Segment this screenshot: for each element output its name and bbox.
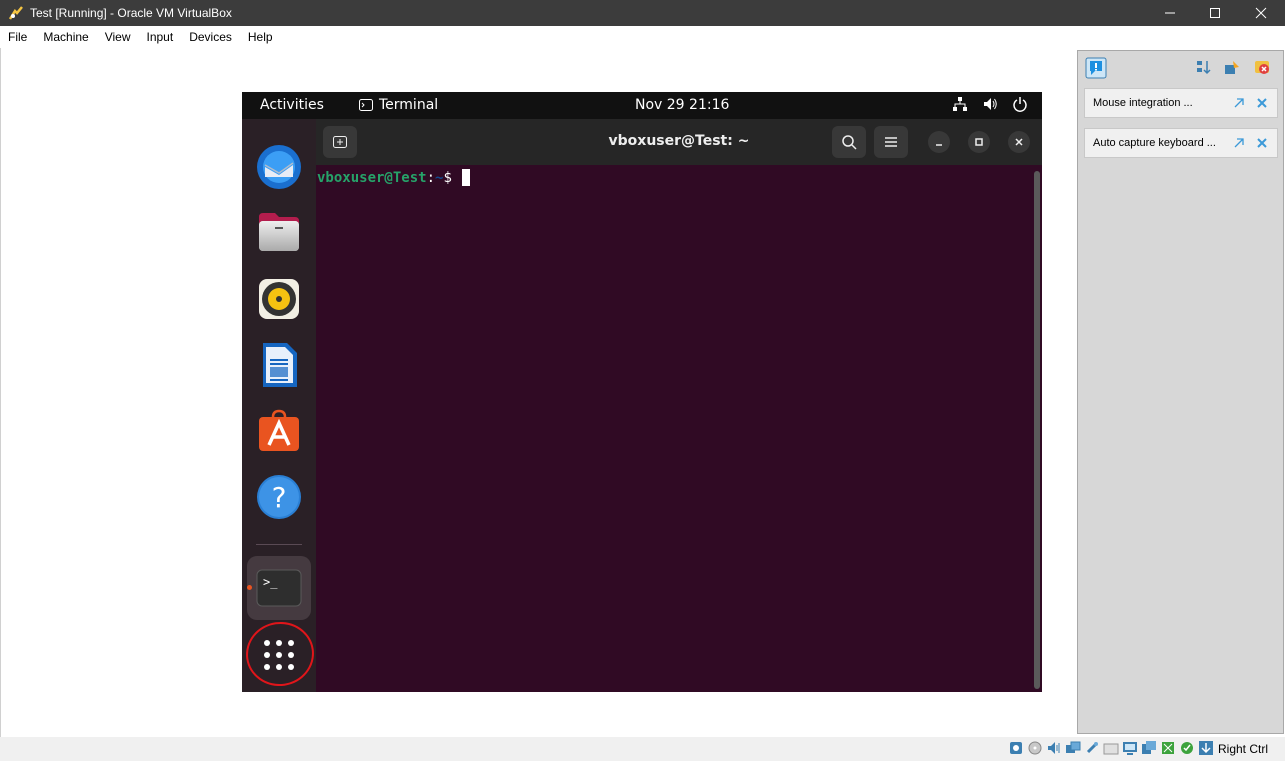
terminal-icon: >_	[256, 569, 302, 607]
text-cursor	[462, 169, 471, 186]
terminal-maximize-button[interactable]	[968, 131, 990, 153]
help-icon: ?	[257, 475, 301, 519]
close-window-button[interactable]	[1238, 0, 1284, 26]
running-indicator	[247, 585, 252, 590]
svg-text:>_: >_	[263, 575, 278, 589]
keep-finished-icon[interactable]	[1224, 59, 1240, 75]
hard-disk-icon[interactable]	[1008, 740, 1024, 756]
terminal-close-button[interactable]	[1008, 131, 1030, 153]
optical-drive-icon[interactable]	[1027, 740, 1043, 756]
terminal-headerbar: vboxuser@Test: ~	[316, 119, 1042, 165]
hamburger-menu-button[interactable]	[874, 126, 908, 158]
statusbar: Right Ctrl	[0, 737, 1285, 761]
close-icon	[1255, 7, 1267, 19]
notification-auto-capture-keyboard[interactable]: Auto capture keyboard ...	[1084, 128, 1278, 158]
cpu-icon[interactable]	[1160, 740, 1176, 756]
menu-icon	[885, 137, 897, 147]
statusbar-indicators	[1008, 740, 1214, 756]
menu-machine[interactable]: Machine	[35, 30, 96, 44]
dock-terminal[interactable]: >_	[247, 556, 311, 620]
libreoffice-writer-icon	[263, 343, 297, 387]
usb-icon[interactable]	[1084, 740, 1100, 756]
dock-libreoffice-writer[interactable]	[252, 338, 306, 392]
ubuntu-software-icon	[259, 409, 299, 451]
notification-close-icon[interactable]	[1256, 97, 1268, 109]
dock-files[interactable]	[252, 206, 306, 260]
terminal-prompt[interactable]: vboxuser@Test: ~ $	[317, 169, 471, 186]
search-icon	[842, 135, 857, 150]
host-key-icon[interactable]	[1198, 740, 1214, 756]
power-icon	[1013, 97, 1027, 112]
notification-mouse-integration[interactable]: Mouse integration ...	[1084, 88, 1278, 118]
guest-additions-icon[interactable]	[1179, 740, 1195, 756]
volume-icon	[984, 98, 997, 110]
clock[interactable]: Nov 29 21:16	[635, 97, 729, 113]
notification-toolbar	[1078, 51, 1283, 83]
prompt-user: vboxuser@Test	[317, 169, 427, 186]
search-button[interactable]	[832, 126, 866, 158]
maximize-icon	[1210, 8, 1220, 18]
notification-center-icon[interactable]	[1085, 57, 1107, 79]
display-icon[interactable]	[1122, 740, 1138, 756]
menu-input[interactable]: Input	[139, 30, 182, 44]
menu-file[interactable]: File	[0, 30, 35, 44]
terminal-minimize-button[interactable]	[928, 131, 950, 153]
terminal-small-icon	[359, 99, 373, 111]
notification-close-icon[interactable]	[1256, 137, 1268, 149]
network-adapter-icon[interactable]	[1065, 740, 1081, 756]
dock-ubuntu-software[interactable]	[252, 404, 306, 458]
menu-view[interactable]: View	[97, 30, 139, 44]
menu-help[interactable]: Help	[240, 30, 281, 44]
notification-text: Mouse integration ...	[1093, 97, 1193, 109]
recording-icon[interactable]	[1141, 740, 1157, 756]
menu-devices[interactable]: Devices	[181, 30, 240, 44]
notification-center: Mouse integration ... Auto capture keybo…	[1077, 50, 1284, 734]
audio-icon[interactable]	[1046, 740, 1062, 756]
window-titlebar: Test [Running] - Oracle VM VirtualBox	[0, 0, 1285, 26]
sort-icon[interactable]	[1195, 59, 1211, 75]
minimize-button[interactable]	[1147, 0, 1193, 26]
system-menu[interactable]	[952, 96, 1028, 112]
maximize-button[interactable]	[1192, 0, 1238, 26]
terminal-scrollbar[interactable]	[1034, 171, 1040, 689]
rhythmbox-icon	[259, 279, 299, 319]
minimize-icon	[1165, 12, 1175, 14]
dock-thunderbird[interactable]	[252, 140, 306, 194]
app-menu-label: Terminal	[379, 97, 439, 113]
notification-keep-icon[interactable]	[1233, 97, 1245, 109]
dock-rhythmbox[interactable]	[252, 272, 306, 326]
virtualbox-icon	[8, 6, 23, 20]
notification-keep-icon[interactable]	[1233, 137, 1245, 149]
dock: ? >_	[242, 119, 316, 692]
files-icon	[259, 213, 299, 251]
terminal-window[interactable]: vboxuser@Test: ~ vboxuser@Test: ~ $	[316, 119, 1042, 692]
prompt-symbol: $	[443, 169, 461, 186]
dock-help[interactable]: ?	[252, 470, 306, 524]
notification-text: Auto capture keyboard ...	[1093, 137, 1216, 149]
prompt-separator: :	[426, 169, 436, 186]
window-title: Test [Running] - Oracle VM VirtualBox	[30, 6, 232, 20]
dock-separator	[256, 544, 302, 545]
minimize-icon	[936, 144, 942, 146]
guest-screen[interactable]: Activities Terminal Nov 29 21:16 ? >_ vb…	[242, 92, 1042, 692]
network-icon	[953, 97, 967, 111]
activities-button[interactable]: Activities	[260, 97, 324, 113]
svg-text:?: ?	[272, 481, 287, 514]
close-icon	[1015, 138, 1023, 146]
menubar: File Machine View Input Devices Help	[0, 26, 1285, 48]
app-menu[interactable]: Terminal	[359, 97, 438, 113]
thunderbird-icon	[257, 145, 301, 189]
dismiss-all-icon[interactable]	[1254, 59, 1270, 75]
host-key-label: Right Ctrl	[1218, 742, 1269, 756]
prompt-path: ~	[435, 169, 444, 186]
gnome-top-bar: Activities Terminal Nov 29 21:16	[242, 92, 1042, 119]
maximize-icon	[975, 138, 983, 146]
shared-folders-icon[interactable]	[1103, 740, 1119, 756]
